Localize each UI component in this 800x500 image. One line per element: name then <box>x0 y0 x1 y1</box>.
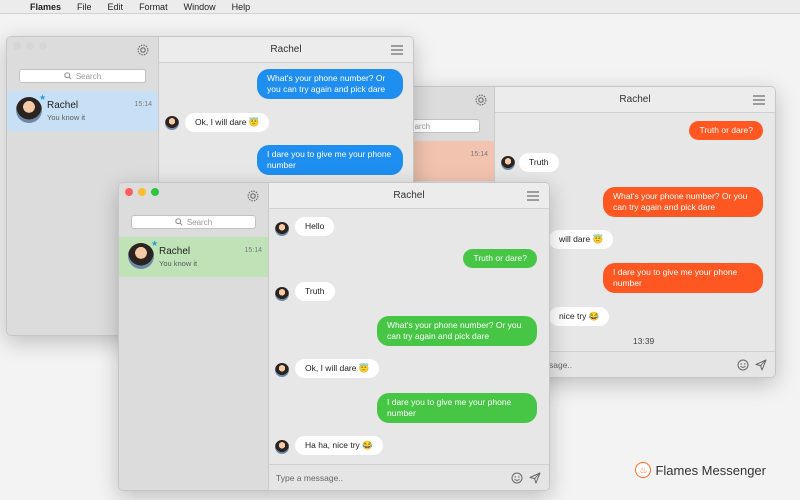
search-input[interactable]: earch <box>405 119 480 133</box>
message-bubble-out: I dare you to give me your phone number <box>377 393 537 423</box>
window-controls <box>13 42 47 50</box>
message-bubble-in: nice try 😂 <box>549 307 610 326</box>
front-sidebar: Search ★ Rachel You know it 15:14 <box>119 183 269 490</box>
minimize-button[interactable] <box>26 42 34 50</box>
contact-snippet: You know it <box>47 113 86 122</box>
contact-rachel[interactable]: ★ Rachel You know it 15:14 <box>7 91 158 131</box>
menu-help[interactable]: Help <box>224 2 259 12</box>
menu-app-name[interactable]: Flames <box>26 2 69 12</box>
message-bubble-in: Ha ha, nice try 😂 <box>295 436 383 455</box>
send-icon[interactable] <box>755 359 767 371</box>
avatar <box>275 287 289 301</box>
hamburger-menu-icon[interactable] <box>527 191 539 201</box>
chat-header: Rachel <box>159 37 413 63</box>
message-bubble-in: Ok, I will dare 😇 <box>185 113 270 132</box>
chat-header: Rachel <box>269 183 549 209</box>
message-bubble-out: Truth or dare? <box>463 249 537 268</box>
input-placeholder: Type a message.. <box>276 473 344 483</box>
contact-time: 15:14 <box>470 151 488 158</box>
emoji-icon[interactable] <box>511 472 523 484</box>
message-input[interactable]: Type a message.. <box>269 464 549 490</box>
gear-icon[interactable] <box>474 93 488 107</box>
avatar <box>501 156 515 170</box>
message-bubble-in: Truth <box>519 153 559 172</box>
message-bubble-out: I dare you to give me your phone number <box>603 263 763 293</box>
chat-title: Rachel <box>619 94 651 105</box>
message-bubble-out: What's your phone number? Or you can try… <box>257 69 403 99</box>
avatar <box>165 116 179 130</box>
search-input[interactable]: Search <box>19 69 146 83</box>
contact-time: 15:14 <box>134 101 152 108</box>
message-bubble-in: Ok, I will dare 😇 <box>295 359 380 378</box>
menu-file[interactable]: File <box>69 2 100 12</box>
contact-rachel[interactable]: ★ Rachel You know it 15:14 <box>119 237 268 277</box>
front-window: Search ★ Rachel You know it 15:14 Rachel… <box>118 182 550 491</box>
message-bubble-out: I dare you to give me your phone number <box>257 145 403 175</box>
front-chat: Rachel Hello Truth or dare? Truth What's… <box>269 183 549 490</box>
zoom-button[interactable] <box>151 188 159 196</box>
search-placeholder: Search <box>75 71 102 81</box>
contact-rachel-back[interactable]: 15:14 <box>403 141 494 181</box>
message-bubble-in: Truth <box>295 282 335 301</box>
message-bubble-out: What's your phone number? Or you can try… <box>603 187 763 217</box>
time-separator: 13:39 <box>633 336 655 346</box>
menu-window[interactable]: Window <box>176 2 224 12</box>
contact-name: Rachel <box>159 246 191 257</box>
brand-label: ♨ Flames Messenger <box>635 462 766 478</box>
hamburger-menu-icon[interactable] <box>391 45 403 55</box>
search-icon <box>64 72 72 80</box>
message-bubble-out: What's your phone number? Or you can try… <box>377 316 537 346</box>
menu-edit[interactable]: Edit <box>100 2 132 12</box>
avatar <box>275 440 289 454</box>
gear-icon[interactable] <box>246 189 260 203</box>
window-controls <box>125 188 159 196</box>
contact-time: 15:14 <box>244 247 262 254</box>
search-placeholder: Search <box>186 217 213 227</box>
search-input[interactable]: Search <box>131 215 256 229</box>
close-button[interactable] <box>125 188 133 196</box>
brand-name: Flames Messenger <box>655 462 766 478</box>
message-bubble-in: Hello <box>295 217 335 236</box>
contact-name: Rachel <box>47 100 79 111</box>
menu-format[interactable]: Format <box>131 2 176 12</box>
emoji-icon[interactable] <box>737 359 749 371</box>
send-icon[interactable] <box>529 472 541 484</box>
chat-title: Rachel <box>270 44 302 55</box>
hamburger-menu-icon[interactable] <box>753 95 765 105</box>
avatar <box>275 363 289 377</box>
menu-bar: Flames File Edit Format Window Help <box>0 0 800 14</box>
chat-header: Rachel <box>495 87 775 113</box>
avatar <box>275 222 289 236</box>
star-icon: ★ <box>39 93 47 102</box>
star-icon: ★ <box>151 239 159 248</box>
message-bubble-in: will dare 😇 <box>549 230 614 249</box>
contact-snippet: You know it <box>159 259 198 268</box>
input-placeholder: sage.. <box>549 360 573 370</box>
minimize-button[interactable] <box>138 188 146 196</box>
chat-title: Rachel <box>393 190 425 201</box>
close-button[interactable] <box>13 42 21 50</box>
flames-logo-icon: ♨ <box>635 462 652 478</box>
message-bubble-out: Truth or dare? <box>689 121 763 140</box>
search-icon <box>175 218 183 226</box>
zoom-button[interactable] <box>39 42 47 50</box>
gear-icon[interactable] <box>136 43 150 57</box>
